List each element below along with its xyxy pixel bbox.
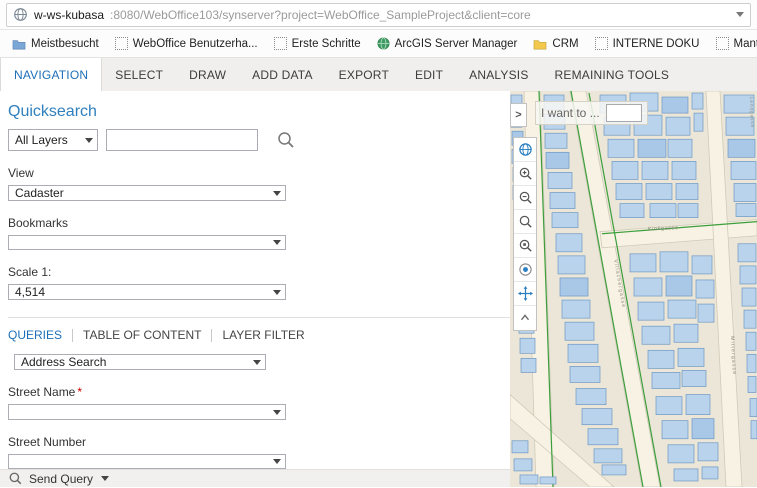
tab-add-data[interactable]: ADD DATA	[239, 58, 326, 91]
bookmark-label: Mantis	[734, 38, 757, 50]
i-want-to-label: I want to ...	[541, 106, 600, 120]
street-number-combo[interactable]	[8, 454, 286, 469]
site-identity-globe-icon[interactable]	[13, 7, 28, 22]
toolbar-collapse-up-icon[interactable]	[514, 306, 536, 330]
view-select[interactable]: Cadaster	[8, 185, 286, 201]
pan-tool-icon[interactable]	[514, 282, 536, 306]
tab-select[interactable]: SELECT	[102, 58, 176, 91]
required-asterisk: *	[77, 385, 82, 399]
page-dotted-icon	[716, 37, 729, 50]
bookmark-erste-schritte[interactable]: Erste Schritte	[266, 30, 369, 57]
url-host: w-ws-kubasa	[34, 8, 104, 22]
bookmark-label: INTERNE DOKU	[613, 38, 700, 50]
chevron-down-icon[interactable]	[268, 405, 285, 418]
map-canvas[interactable]: Kinkgasse Villachergasse Mittergasse Len…	[510, 91, 757, 487]
search-icon	[8, 471, 23, 486]
folder-yellow-icon	[533, 38, 547, 50]
bookmark-arcgis-server-manager[interactable]: ArcGIS Server Manager	[369, 30, 526, 57]
chevron-down-icon[interactable]	[248, 355, 265, 369]
tab-draw[interactable]: DRAW	[176, 58, 239, 91]
send-query-dropdown-icon[interactable]	[101, 476, 109, 481]
tab-edit[interactable]: EDIT	[402, 58, 456, 91]
bookmark-label: ArcGIS Server Manager	[395, 38, 518, 50]
search-button[interactable]	[276, 130, 296, 150]
url-history-dropdown-icon[interactable]	[736, 12, 744, 17]
street-name-label: Street Name*	[8, 385, 510, 399]
subtab-table-of-content[interactable]: TABLE OF CONTENT	[83, 328, 201, 342]
zoom-out-icon[interactable]	[514, 186, 536, 210]
scale-select[interactable]: 4,514	[8, 284, 286, 300]
globe-green-icon	[377, 37, 390, 50]
chevron-down-icon[interactable]	[268, 236, 285, 249]
chevron-down-icon[interactable]	[80, 130, 97, 150]
zoom-previous-icon[interactable]	[514, 210, 536, 234]
subtab-separator	[72, 329, 73, 342]
tab-analysis[interactable]: ANALYSIS	[456, 58, 541, 91]
send-query-button[interactable]: Send Query	[29, 472, 93, 486]
chevron-down-icon[interactable]	[268, 285, 285, 299]
bookmark-weboffice-benutzerhandbuch[interactable]: WebOffice Benutzerha...	[107, 30, 266, 57]
bookmark-meistbesucht[interactable]: Meistbesucht	[4, 30, 107, 57]
page-dotted-icon	[274, 37, 287, 50]
bookmark-label: Meistbesucht	[31, 38, 99, 50]
subtab-queries[interactable]: QUERIES	[8, 328, 62, 342]
street-name-combo[interactable]	[8, 404, 286, 419]
url-box[interactable]: w-ws-kubasa :8080/WebOffice103/synserver?…	[6, 3, 751, 27]
view-label: View	[8, 166, 510, 180]
bookmark-crm[interactable]: CRM	[525, 30, 586, 57]
bookmark-label: WebOffice Benutzerha...	[133, 38, 258, 50]
subtab-layer-filter[interactable]: LAYER FILTER	[222, 328, 304, 342]
zoom-in-icon[interactable]	[514, 162, 536, 186]
panel-subtabs: QUERIES TABLE OF CONTENT LAYER FILTER	[8, 317, 510, 342]
tab-remaining-tools[interactable]: REMAINING TOOLS	[542, 58, 683, 91]
layer-scope-select[interactable]: All Layers	[8, 129, 98, 151]
quicksearch-title: Quicksearch	[8, 103, 510, 121]
bookmark-interne-doku[interactable]: INTERNE DOKU	[587, 30, 708, 57]
folder-blue-icon	[12, 38, 26, 50]
zoom-next-icon[interactable]	[514, 234, 536, 258]
navigation-panel: Quicksearch All Layers View Cadaster Boo…	[0, 91, 510, 487]
browser-address-bar: w-ws-kubasa :8080/WebOffice103/synserver?…	[0, 0, 757, 30]
identify-tool-icon[interactable]	[514, 258, 536, 282]
bookmarks-bar: Meistbesucht WebOffice Benutzerha... Ers…	[0, 30, 757, 58]
chevron-down-icon[interactable]	[268, 186, 285, 200]
map-toolbar	[513, 137, 537, 331]
page-dotted-icon	[595, 37, 608, 50]
bookmark-mantis[interactable]: Mantis	[708, 30, 757, 57]
page-dotted-icon	[115, 37, 128, 50]
scale-label: Scale 1:	[8, 265, 510, 279]
map-viewport[interactable]: Kinkgasse Villachergasse Mittergasse Len…	[510, 91, 757, 487]
chevron-right-icon: >	[515, 109, 521, 121]
full-extent-globe-icon[interactable]	[514, 138, 536, 162]
bookmarks-label: Bookmarks	[8, 216, 510, 230]
bookmark-label: Erste Schritte	[292, 38, 361, 50]
bookmarks-select[interactable]	[8, 235, 286, 250]
subtab-separator	[211, 329, 212, 342]
quicksearch-input[interactable]	[106, 129, 258, 151]
bookmark-label: CRM	[552, 38, 578, 50]
street-number-label: Street Number	[8, 435, 510, 449]
tab-navigation[interactable]: NAVIGATION	[0, 58, 102, 91]
url-path: :8080/WebOffice103/synserver?project=Web…	[110, 8, 726, 22]
panel-collapse-button[interactable]: >	[510, 103, 527, 127]
i-want-to-input[interactable]	[606, 104, 642, 122]
send-query-bar: Send Query	[0, 469, 510, 487]
chevron-down-icon[interactable]	[268, 455, 285, 468]
tool-tab-bar: NAVIGATION SELECT DRAW ADD DATA EXPORT E…	[0, 58, 757, 91]
i-want-to-widget[interactable]: I want to ...	[535, 101, 648, 125]
tab-export[interactable]: EXPORT	[326, 58, 402, 91]
query-type-select[interactable]: Address Search	[14, 354, 266, 370]
